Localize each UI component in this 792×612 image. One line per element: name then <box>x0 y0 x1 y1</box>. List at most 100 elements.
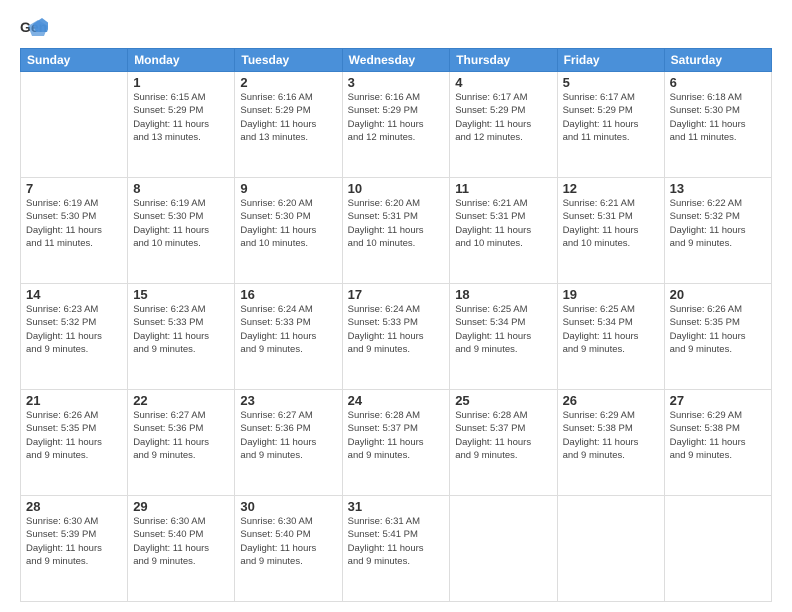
day-info: Sunrise: 6:30 AMSunset: 5:40 PMDaylight:… <box>133 515 229 568</box>
calendar-cell: 24Sunrise: 6:28 AMSunset: 5:37 PMDayligh… <box>342 390 450 496</box>
day-number: 10 <box>348 181 445 196</box>
day-info: Sunrise: 6:29 AMSunset: 5:38 PMDaylight:… <box>563 409 659 462</box>
day-info: Sunrise: 6:21 AMSunset: 5:31 PMDaylight:… <box>563 197 659 250</box>
day-number: 25 <box>455 393 551 408</box>
day-number: 15 <box>133 287 229 302</box>
calendar-cell: 28Sunrise: 6:30 AMSunset: 5:39 PMDayligh… <box>21 496 128 602</box>
calendar-cell: 31Sunrise: 6:31 AMSunset: 5:41 PMDayligh… <box>342 496 450 602</box>
calendar-cell: 4Sunrise: 6:17 AMSunset: 5:29 PMDaylight… <box>450 72 557 178</box>
calendar-cell: 5Sunrise: 6:17 AMSunset: 5:29 PMDaylight… <box>557 72 664 178</box>
day-number: 21 <box>26 393 122 408</box>
calendar-cell: 7Sunrise: 6:19 AMSunset: 5:30 PMDaylight… <box>21 178 128 284</box>
weekday-header-thursday: Thursday <box>450 49 557 72</box>
day-number: 20 <box>670 287 766 302</box>
calendar-cell: 3Sunrise: 6:16 AMSunset: 5:29 PMDaylight… <box>342 72 450 178</box>
calendar-cell: 9Sunrise: 6:20 AMSunset: 5:30 PMDaylight… <box>235 178 342 284</box>
day-info: Sunrise: 6:30 AMSunset: 5:40 PMDaylight:… <box>240 515 336 568</box>
calendar-cell <box>21 72 128 178</box>
day-number: 18 <box>455 287 551 302</box>
day-number: 14 <box>26 287 122 302</box>
calendar-week-row: 1Sunrise: 6:15 AMSunset: 5:29 PMDaylight… <box>21 72 772 178</box>
day-info: Sunrise: 6:24 AMSunset: 5:33 PMDaylight:… <box>348 303 445 356</box>
weekday-header-friday: Friday <box>557 49 664 72</box>
calendar-cell: 12Sunrise: 6:21 AMSunset: 5:31 PMDayligh… <box>557 178 664 284</box>
day-info: Sunrise: 6:27 AMSunset: 5:36 PMDaylight:… <box>133 409 229 462</box>
calendar-cell: 2Sunrise: 6:16 AMSunset: 5:29 PMDaylight… <box>235 72 342 178</box>
day-number: 22 <box>133 393 229 408</box>
calendar-cell: 6Sunrise: 6:18 AMSunset: 5:30 PMDaylight… <box>664 72 771 178</box>
day-info: Sunrise: 6:30 AMSunset: 5:39 PMDaylight:… <box>26 515 122 568</box>
calendar-cell: 17Sunrise: 6:24 AMSunset: 5:33 PMDayligh… <box>342 284 450 390</box>
day-number: 30 <box>240 499 336 514</box>
calendar-cell: 18Sunrise: 6:25 AMSunset: 5:34 PMDayligh… <box>450 284 557 390</box>
day-info: Sunrise: 6:18 AMSunset: 5:30 PMDaylight:… <box>670 91 766 144</box>
calendar-table: SundayMondayTuesdayWednesdayThursdayFrid… <box>20 48 772 602</box>
day-info: Sunrise: 6:26 AMSunset: 5:35 PMDaylight:… <box>26 409 122 462</box>
day-info: Sunrise: 6:28 AMSunset: 5:37 PMDaylight:… <box>348 409 445 462</box>
calendar-cell <box>450 496 557 602</box>
weekday-header-monday: Monday <box>128 49 235 72</box>
day-number: 1 <box>133 75 229 90</box>
day-number: 8 <box>133 181 229 196</box>
weekday-header-saturday: Saturday <box>664 49 771 72</box>
calendar-cell: 1Sunrise: 6:15 AMSunset: 5:29 PMDaylight… <box>128 72 235 178</box>
logo-icon: Gene <box>20 18 48 40</box>
day-info: Sunrise: 6:31 AMSunset: 5:41 PMDaylight:… <box>348 515 445 568</box>
day-number: 16 <box>240 287 336 302</box>
day-number: 29 <box>133 499 229 514</box>
calendar-cell: 14Sunrise: 6:23 AMSunset: 5:32 PMDayligh… <box>21 284 128 390</box>
calendar-week-row: 14Sunrise: 6:23 AMSunset: 5:32 PMDayligh… <box>21 284 772 390</box>
weekday-header-tuesday: Tuesday <box>235 49 342 72</box>
day-number: 27 <box>670 393 766 408</box>
day-number: 5 <box>563 75 659 90</box>
day-number: 6 <box>670 75 766 90</box>
weekday-header-wednesday: Wednesday <box>342 49 450 72</box>
day-info: Sunrise: 6:19 AMSunset: 5:30 PMDaylight:… <box>26 197 122 250</box>
day-info: Sunrise: 6:25 AMSunset: 5:34 PMDaylight:… <box>455 303 551 356</box>
header: Gene <box>20 18 772 40</box>
day-info: Sunrise: 6:15 AMSunset: 5:29 PMDaylight:… <box>133 91 229 144</box>
calendar-cell: 30Sunrise: 6:30 AMSunset: 5:40 PMDayligh… <box>235 496 342 602</box>
day-info: Sunrise: 6:26 AMSunset: 5:35 PMDaylight:… <box>670 303 766 356</box>
day-number: 13 <box>670 181 766 196</box>
day-info: Sunrise: 6:28 AMSunset: 5:37 PMDaylight:… <box>455 409 551 462</box>
calendar-cell: 25Sunrise: 6:28 AMSunset: 5:37 PMDayligh… <box>450 390 557 496</box>
calendar-cell: 19Sunrise: 6:25 AMSunset: 5:34 PMDayligh… <box>557 284 664 390</box>
calendar-header-row: SundayMondayTuesdayWednesdayThursdayFrid… <box>21 49 772 72</box>
day-info: Sunrise: 6:27 AMSunset: 5:36 PMDaylight:… <box>240 409 336 462</box>
calendar-week-row: 28Sunrise: 6:30 AMSunset: 5:39 PMDayligh… <box>21 496 772 602</box>
calendar-week-row: 21Sunrise: 6:26 AMSunset: 5:35 PMDayligh… <box>21 390 772 496</box>
day-info: Sunrise: 6:16 AMSunset: 5:29 PMDaylight:… <box>240 91 336 144</box>
day-info: Sunrise: 6:25 AMSunset: 5:34 PMDaylight:… <box>563 303 659 356</box>
calendar-body: 1Sunrise: 6:15 AMSunset: 5:29 PMDaylight… <box>21 72 772 602</box>
day-number: 23 <box>240 393 336 408</box>
day-number: 17 <box>348 287 445 302</box>
day-number: 12 <box>563 181 659 196</box>
logo: Gene <box>20 18 54 40</box>
calendar-cell: 16Sunrise: 6:24 AMSunset: 5:33 PMDayligh… <box>235 284 342 390</box>
day-number: 4 <box>455 75 551 90</box>
calendar-cell: 13Sunrise: 6:22 AMSunset: 5:32 PMDayligh… <box>664 178 771 284</box>
calendar-cell: 8Sunrise: 6:19 AMSunset: 5:30 PMDaylight… <box>128 178 235 284</box>
day-number: 31 <box>348 499 445 514</box>
day-number: 7 <box>26 181 122 196</box>
calendar-cell <box>557 496 664 602</box>
calendar-cell: 11Sunrise: 6:21 AMSunset: 5:31 PMDayligh… <box>450 178 557 284</box>
day-number: 28 <box>26 499 122 514</box>
calendar-cell: 26Sunrise: 6:29 AMSunset: 5:38 PMDayligh… <box>557 390 664 496</box>
day-info: Sunrise: 6:17 AMSunset: 5:29 PMDaylight:… <box>455 91 551 144</box>
calendar-cell: 27Sunrise: 6:29 AMSunset: 5:38 PMDayligh… <box>664 390 771 496</box>
day-info: Sunrise: 6:16 AMSunset: 5:29 PMDaylight:… <box>348 91 445 144</box>
day-info: Sunrise: 6:23 AMSunset: 5:32 PMDaylight:… <box>26 303 122 356</box>
day-info: Sunrise: 6:22 AMSunset: 5:32 PMDaylight:… <box>670 197 766 250</box>
calendar-cell <box>664 496 771 602</box>
day-info: Sunrise: 6:20 AMSunset: 5:30 PMDaylight:… <box>240 197 336 250</box>
day-number: 11 <box>455 181 551 196</box>
day-info: Sunrise: 6:23 AMSunset: 5:33 PMDaylight:… <box>133 303 229 356</box>
day-info: Sunrise: 6:21 AMSunset: 5:31 PMDaylight:… <box>455 197 551 250</box>
day-info: Sunrise: 6:19 AMSunset: 5:30 PMDaylight:… <box>133 197 229 250</box>
day-number: 2 <box>240 75 336 90</box>
day-info: Sunrise: 6:24 AMSunset: 5:33 PMDaylight:… <box>240 303 336 356</box>
calendar-cell: 29Sunrise: 6:30 AMSunset: 5:40 PMDayligh… <box>128 496 235 602</box>
calendar-cell: 22Sunrise: 6:27 AMSunset: 5:36 PMDayligh… <box>128 390 235 496</box>
